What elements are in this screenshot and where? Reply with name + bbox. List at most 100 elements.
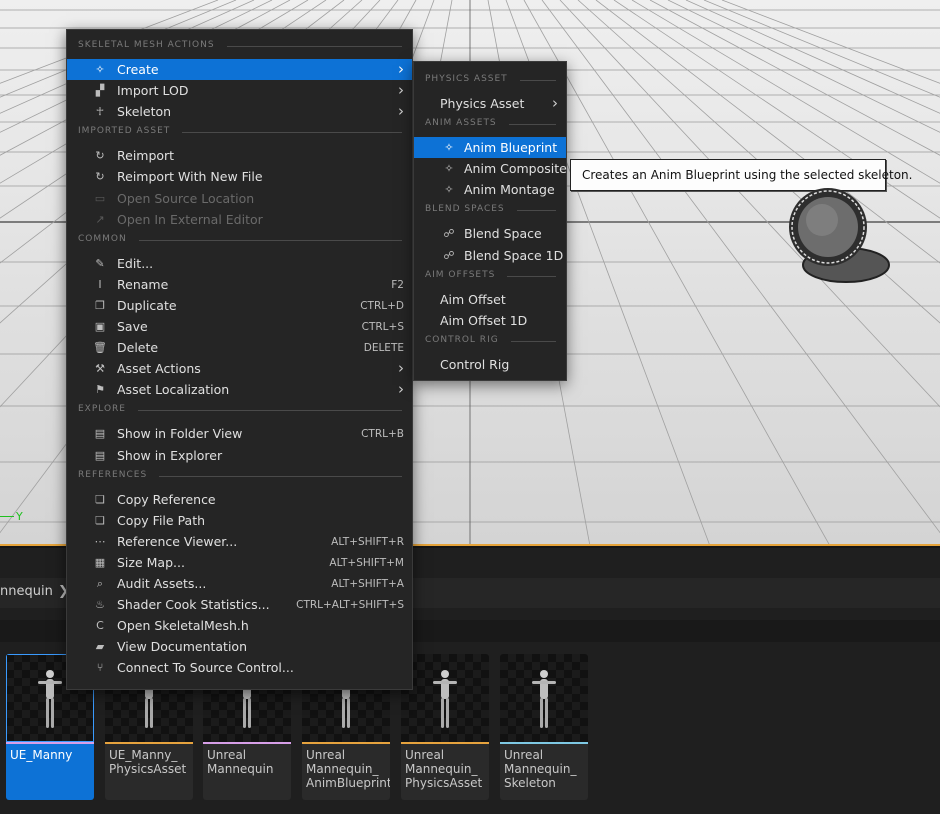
menu-item-label: Show in Explorer bbox=[117, 447, 223, 463]
menu-item-label: Shader Cook Statistics... bbox=[117, 597, 270, 613]
section-header-label: CONTROL RIG bbox=[425, 334, 499, 345]
menu-item-label: Open In External Editor bbox=[117, 211, 263, 227]
blend-space-1d-icon: ☍ bbox=[443, 248, 455, 262]
menu-item-reference-viewer[interactable]: ⋯ Reference Viewer... ALT+SHIFT+R bbox=[67, 531, 412, 552]
menu-item-open-source-location: ▭ Open Source Location bbox=[67, 188, 412, 209]
asset-name: Unreal Mannequin_ Skeleton bbox=[504, 748, 577, 790]
menu-item-connect-to-source-control[interactable]: ⑂ Connect To Source Control... bbox=[67, 657, 412, 678]
asset-tile[interactable]: Unreal Mannequin_ Skeleton bbox=[500, 654, 588, 800]
section-divider bbox=[139, 239, 402, 241]
menu-item-reimport[interactable]: ↻ Reimport bbox=[67, 145, 412, 166]
menu-item-duplicate[interactable]: ❐ Duplicate CTRL+D bbox=[67, 295, 412, 316]
section-divider bbox=[507, 275, 556, 277]
menu-item-label: Open SkeletalMesh.h bbox=[117, 618, 249, 634]
import-lod-icon: ▞ bbox=[95, 84, 105, 98]
menu-item-aim-offset[interactable]: Aim Offset bbox=[414, 289, 566, 310]
menu-item-open-skeletalmesh-h[interactable]: C Open SkeletalMesh.h bbox=[67, 615, 412, 636]
menu-item-label: Open Source Location bbox=[117, 190, 255, 206]
asset-name: Unreal Mannequin bbox=[207, 748, 274, 776]
menu-item-label: Reference Viewer... bbox=[117, 533, 238, 549]
menu-item-anim-composite[interactable]: ✧ Anim Composite bbox=[414, 158, 566, 179]
menu-item-label: Save bbox=[117, 319, 148, 334]
rename-icon: I bbox=[98, 277, 102, 291]
menu-item-blend-space[interactable]: ☍ Blend Space bbox=[414, 223, 566, 244]
folder-search-icon: ▤ bbox=[94, 448, 106, 462]
delete-icon: 🗑 bbox=[93, 341, 107, 355]
section-header-label: COMMON bbox=[78, 233, 127, 244]
menu-item-label: Blend Space 1D bbox=[464, 247, 564, 263]
submenu-arrow-icon: › bbox=[398, 359, 404, 378]
menu-item-show-in-explorer[interactable]: ▤ Show in Explorer bbox=[67, 445, 412, 466]
duplicate-icon: ❐ bbox=[95, 298, 105, 312]
menu-item-skeleton[interactable]: ☥ Skeleton › bbox=[67, 101, 412, 122]
menu-item-audit-assets[interactable]: ⌕ Audit Assets... ALT+SHIFT+A bbox=[67, 573, 412, 594]
menu-item-aim-offset-1d[interactable]: Aim Offset 1D bbox=[414, 310, 566, 331]
menu-item-label: Create bbox=[117, 62, 159, 77]
menu-item-save[interactable]: ▣ Save CTRL+S bbox=[67, 316, 412, 337]
asset-type-color-bar bbox=[302, 742, 390, 744]
submenu-arrow-icon: › bbox=[398, 380, 404, 399]
menu-item-label: Rename bbox=[117, 276, 169, 292]
breadcrumb-folder[interactable]: nnequin bbox=[0, 584, 53, 599]
menu-item-asset-localization[interactable]: ⚑ Asset Localization › bbox=[67, 379, 412, 400]
menu-item-view-documentation[interactable]: ▰ View Documentation bbox=[67, 636, 412, 657]
shortcut-label: DELETE bbox=[363, 342, 404, 355]
asset-type-color-bar bbox=[203, 742, 291, 744]
menu-item-label: Blend Space bbox=[464, 226, 542, 242]
menu-item-label: Control Rig bbox=[440, 356, 510, 372]
asset-context-menu: SKELETAL MESH ACTIONS ✧ Create › ▞ Import LOD… bbox=[66, 29, 413, 690]
shortcut-label: CTRL+B bbox=[361, 428, 404, 441]
menu-item-label: Aim Offset bbox=[440, 291, 506, 307]
section-header-label: SKELETAL MESH ACTIONS bbox=[78, 40, 215, 50]
menu-item-label: Delete bbox=[117, 340, 159, 356]
shortcut-label: ALT+SHIFT+R bbox=[331, 535, 404, 548]
menu-item-label: Show in Folder View bbox=[117, 426, 243, 442]
asset-type-color-bar bbox=[105, 742, 193, 744]
menu-item-open-in-external-editor: ↗ Open In External Editor bbox=[67, 209, 412, 230]
asset-name: UE_Manny bbox=[10, 748, 73, 762]
menu-item-asset-actions[interactable]: ⚒ Asset Actions › bbox=[67, 358, 412, 379]
section-divider bbox=[517, 210, 556, 212]
menu-item-physics-asset[interactable]: Physics Asset › bbox=[414, 93, 566, 114]
menu-item-anim-montage[interactable]: ✧ Anim Montage bbox=[414, 179, 566, 200]
menu-item-rename[interactable]: I Rename F2 bbox=[67, 274, 412, 295]
shortcut-label: ALT+SHIFT+M bbox=[329, 556, 404, 569]
menu-item-label: Copy Reference bbox=[117, 491, 216, 507]
blend-space-icon: ☍ bbox=[443, 227, 455, 241]
menu-item-copy-file-path[interactable]: ❏ Copy File Path bbox=[67, 510, 412, 531]
section-header-label: ANIM ASSETS bbox=[425, 118, 497, 129]
menu-item-import-lod[interactable]: ▞ Import LOD › bbox=[67, 80, 412, 101]
menu-item-delete[interactable]: 🗑 Delete DELETE bbox=[67, 337, 412, 358]
section-header: IMPORTED ASSET bbox=[67, 126, 402, 140]
menu-item-control-rig[interactable]: Control Rig bbox=[414, 354, 566, 375]
save-icon: ▣ bbox=[94, 320, 106, 333]
section-header: SKELETAL MESH ACTIONS bbox=[67, 40, 402, 54]
menu-item-edit[interactable]: ✎ Edit... bbox=[67, 253, 412, 274]
tooltip-text: Creates an Anim Blueprint using the sele… bbox=[582, 168, 913, 182]
section-header: ANIM ASSETS bbox=[414, 118, 556, 132]
folder-search-icon: ▤ bbox=[94, 427, 106, 441]
menu-item-shader-cook-statistics[interactable]: ♨ Shader Cook Statistics... CTRL+ALT+SHIFT… bbox=[67, 594, 412, 615]
menu-item-blend-space-1d[interactable]: ☍ Blend Space 1D bbox=[414, 245, 566, 266]
menu-item-show-in-folder-view[interactable]: ▤ Show in Folder View CTRL+B bbox=[67, 423, 412, 444]
shortcut-label: CTRL+D bbox=[360, 299, 404, 312]
section-divider bbox=[509, 124, 556, 126]
menu-item-label: Aim Offset 1D bbox=[440, 312, 528, 328]
menu-item-anim-blueprint[interactable]: ✧ Anim Blueprint bbox=[414, 137, 566, 159]
asset-thumbnail bbox=[401, 654, 489, 742]
menu-item-label: View Documentation bbox=[117, 639, 247, 655]
menu-item-label: Physics Asset bbox=[440, 96, 525, 111]
section-header-label: PHYSICS ASSET bbox=[425, 74, 508, 84]
menu-item-label: Reimport With New File bbox=[117, 169, 263, 185]
anim-composite-icon: ✧ bbox=[444, 162, 454, 176]
y-axis-line bbox=[0, 516, 14, 517]
asset-tile[interactable]: Unreal Mannequin_ PhysicsAsset bbox=[401, 654, 489, 800]
menu-item-create[interactable]: ✧ Create › bbox=[67, 59, 412, 80]
source-control-icon: ⑂ bbox=[96, 661, 104, 675]
menu-item-copy-reference[interactable]: ❏ Copy Reference bbox=[67, 489, 412, 510]
menu-item-label: Reimport bbox=[117, 148, 175, 164]
open-source-icon: ▭ bbox=[94, 191, 106, 205]
menu-item-size-map[interactable]: ▦ Size Map... ALT+SHIFT+M bbox=[67, 552, 412, 573]
menu-item-reimport-with-new-file[interactable]: ↻ Reimport With New File bbox=[67, 166, 412, 187]
shortcut-label: CTRL+ALT+SHIFT+S bbox=[296, 599, 404, 612]
